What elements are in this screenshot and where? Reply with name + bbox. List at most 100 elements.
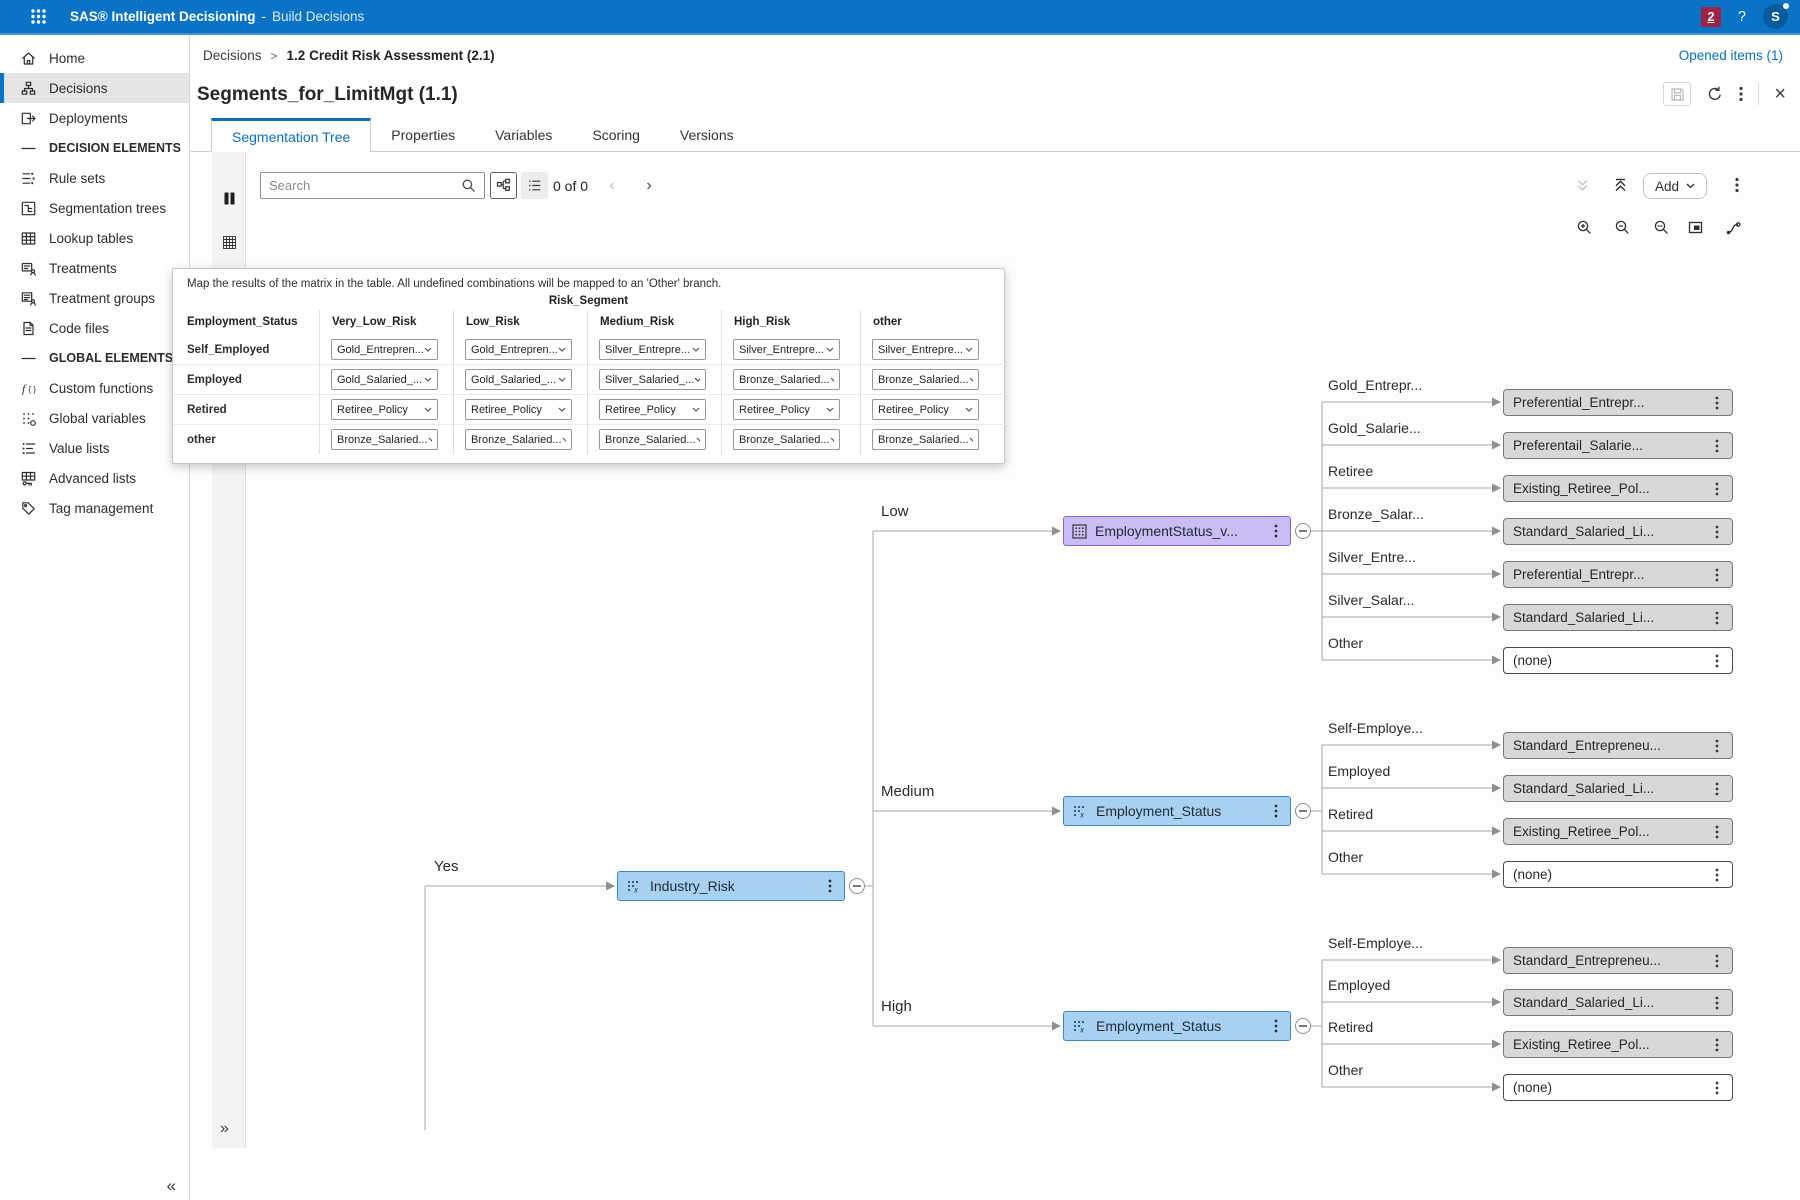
sidebar-item-code-files[interactable]: Code files xyxy=(0,313,189,343)
save-button[interactable] xyxy=(1663,82,1691,106)
tab-scoring[interactable]: Scoring xyxy=(572,118,659,152)
leaf-node[interactable]: Standard_Entrepreneu... xyxy=(1503,947,1733,974)
mapping-select[interactable]: Bronze_Salaried... xyxy=(872,369,979,390)
mapping-select[interactable]: Gold_Salaried_... xyxy=(465,369,572,390)
sidebar-item-value-lists[interactable]: Value lists xyxy=(0,433,189,463)
user-avatar[interactable]: S xyxy=(1763,4,1788,29)
leaf-menu-button[interactable] xyxy=(1711,1080,1723,1096)
leaf-node[interactable]: Existing_Retiree_Pol... xyxy=(1503,1031,1733,1058)
leaf-menu-button[interactable] xyxy=(1711,524,1723,540)
expand-panel-button[interactable]: » xyxy=(220,1120,229,1138)
leaf-node[interactable]: Standard_Salaried_Li... xyxy=(1503,775,1733,802)
sidebar-item-rule-sets[interactable]: Rule sets xyxy=(0,163,189,193)
notification-badge[interactable]: 2 xyxy=(1701,7,1721,27)
leaf-node-none[interactable]: (none) xyxy=(1503,861,1733,888)
node-menu-button[interactable] xyxy=(1270,1018,1282,1034)
mapping-select[interactable]: Retiree_Policy xyxy=(465,399,572,420)
collapse-node-button[interactable] xyxy=(849,878,865,894)
leaf-menu-button[interactable] xyxy=(1711,1037,1723,1053)
leaf-menu-button[interactable] xyxy=(1711,653,1723,669)
add-button[interactable]: Add xyxy=(1643,173,1707,199)
previous-result-button[interactable]: ‹ xyxy=(604,172,620,199)
toolbar-more-button[interactable] xyxy=(1725,173,1749,197)
mapping-select[interactable]: Silver_Entrepre... xyxy=(733,339,840,360)
mapping-select[interactable]: Silver_Entrepre... xyxy=(599,339,706,360)
mapping-select[interactable]: Bronze_Salaried... xyxy=(599,429,706,450)
breadcrumb-decisions-link[interactable]: Decisions xyxy=(203,48,262,63)
tree-node-employment-status-medium[interactable]: x Employment_Status xyxy=(1063,796,1291,826)
mapping-select[interactable]: Bronze_Salaried... xyxy=(872,429,979,450)
tree-view-toggle[interactable] xyxy=(490,172,517,199)
refresh-button[interactable] xyxy=(1706,85,1724,103)
leaf-menu-button[interactable] xyxy=(1711,953,1723,969)
sidebar-item-global-variables[interactable]: Global variables xyxy=(0,403,189,433)
leaf-menu-button[interactable] xyxy=(1711,481,1723,497)
leaf-node[interactable]: Preferential_Entrepr... xyxy=(1503,389,1733,416)
tab-properties[interactable]: Properties xyxy=(371,118,475,152)
tree-node-industry-risk[interactable]: x Industry_Risk xyxy=(617,871,845,901)
leaf-menu-button[interactable] xyxy=(1711,995,1723,1011)
tab-versions[interactable]: Versions xyxy=(660,118,754,152)
leaf-node[interactable]: Standard_Salaried_Li... xyxy=(1503,989,1733,1016)
leaf-menu-button[interactable] xyxy=(1711,781,1723,797)
sidebar-item-tag-management[interactable]: Tag management xyxy=(0,493,189,523)
tree-node-employmentstatus-matrix[interactable]: EmploymentStatus_v... xyxy=(1063,516,1291,546)
mapping-select[interactable]: Retiree_Policy xyxy=(872,399,979,420)
collapse-all-button[interactable] xyxy=(1608,173,1632,197)
collapse-sidebar-button[interactable]: « xyxy=(167,1176,176,1196)
mapping-select[interactable]: Retiree_Policy xyxy=(733,399,840,420)
sidebar-item-lookup-tables[interactable]: Lookup tables xyxy=(0,223,189,253)
panel-table-button[interactable] xyxy=(219,232,239,252)
sidebar-item-custom-functions[interactable]: f{ } Custom functions xyxy=(0,373,189,403)
collapse-node-button[interactable] xyxy=(1295,803,1311,819)
leaf-node[interactable]: Preferential_Entrepr... xyxy=(1503,561,1733,588)
leaf-node-none[interactable]: (none) xyxy=(1503,1074,1733,1101)
sidebar-item-advanced-lists[interactable]: Advanced lists xyxy=(0,463,189,493)
opened-items-link[interactable]: Opened items (1) xyxy=(1679,48,1783,63)
leaf-node[interactable]: Standard_Salaried_Li... xyxy=(1503,518,1733,545)
leaf-menu-button[interactable] xyxy=(1711,867,1723,883)
node-menu-button[interactable] xyxy=(1270,523,1282,539)
zoom-fit-button[interactable] xyxy=(1649,215,1673,239)
sidebar-item-treatment-groups[interactable]: Treatment groups xyxy=(0,283,189,313)
leaf-node[interactable]: Standard_Entrepreneu... xyxy=(1503,732,1733,759)
sidebar-item-deployments[interactable]: Deployments xyxy=(0,103,189,133)
sidebar-item-home[interactable]: Home xyxy=(0,43,189,73)
sidebar-item-segmentation-trees[interactable]: Segmentation trees xyxy=(0,193,189,223)
leaf-node-none[interactable]: (none) xyxy=(1503,647,1733,674)
mapping-select[interactable]: Retiree_Policy xyxy=(331,399,438,420)
more-actions-button[interactable] xyxy=(1739,86,1743,102)
overview-minimap-button[interactable] xyxy=(1683,215,1707,239)
mapping-select[interactable]: Bronze_Salaried... xyxy=(733,429,840,450)
leaf-node[interactable]: Preferentail_Salarie... xyxy=(1503,432,1733,459)
search-input[interactable] xyxy=(269,178,461,193)
mapping-select[interactable]: Silver_Entrepre... xyxy=(872,339,979,360)
tab-variables[interactable]: Variables xyxy=(475,118,572,152)
zoom-out-button[interactable] xyxy=(1610,215,1634,239)
node-menu-button[interactable] xyxy=(824,878,836,894)
panel-columns-button[interactable] xyxy=(219,188,239,208)
leaf-menu-button[interactable] xyxy=(1711,438,1723,454)
sidebar-item-treatments[interactable]: Treatments xyxy=(0,253,189,283)
mapping-select[interactable]: Gold_Entrepren... xyxy=(331,339,438,360)
leaf-menu-button[interactable] xyxy=(1711,395,1723,411)
mapping-select[interactable]: Gold_Entrepren... xyxy=(465,339,572,360)
help-button[interactable]: ? xyxy=(1738,9,1746,25)
leaf-menu-button[interactable] xyxy=(1711,567,1723,583)
leaf-node[interactable]: Existing_Retiree_Pol... xyxy=(1503,818,1733,845)
mapping-select[interactable]: Silver_Salaried_... xyxy=(599,369,706,390)
close-button[interactable]: × xyxy=(1774,84,1786,104)
leaf-menu-button[interactable] xyxy=(1711,824,1723,840)
leaf-node[interactable]: Existing_Retiree_Pol... xyxy=(1503,475,1733,502)
sidebar-item-decisions[interactable]: Decisions xyxy=(0,73,189,103)
mapping-select[interactable]: Gold_Salaried_... xyxy=(331,369,438,390)
app-switcher-icon[interactable] xyxy=(26,5,50,29)
leaf-menu-button[interactable] xyxy=(1711,610,1723,626)
collapse-node-button[interactable] xyxy=(1295,1018,1311,1034)
mapping-select[interactable]: Bronze_Salaried... xyxy=(733,369,840,390)
next-result-button[interactable]: › xyxy=(641,172,657,199)
list-view-toggle[interactable] xyxy=(521,172,548,199)
tab-segmentation-tree[interactable]: Segmentation Tree xyxy=(211,118,371,152)
expand-all-button[interactable] xyxy=(1570,173,1594,197)
leaf-menu-button[interactable] xyxy=(1711,738,1723,754)
